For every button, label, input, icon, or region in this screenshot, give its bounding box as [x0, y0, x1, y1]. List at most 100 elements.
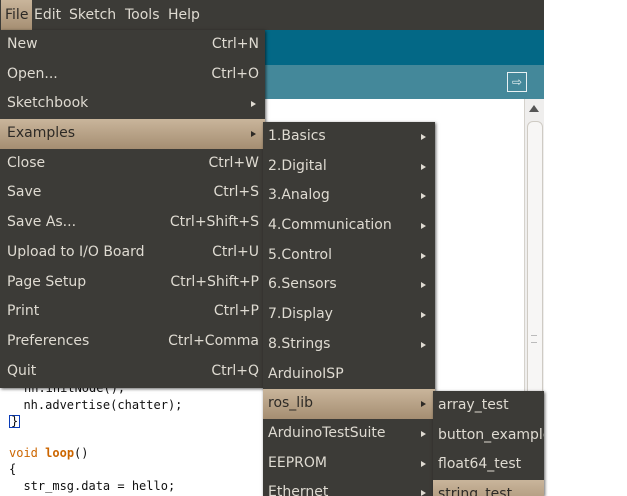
- menu-item-shortcut: Ctrl+W: [208, 154, 259, 171]
- menu-item-label: 2.Digital: [268, 157, 327, 174]
- submenu-arrow-icon: [421, 252, 426, 259]
- menu-item-label: Save As...: [7, 214, 77, 231]
- menu-item-label: ArduinoISP: [268, 365, 344, 382]
- scroll-grip-icon: [531, 335, 537, 343]
- code-paren: (): [74, 446, 89, 460]
- examples-item-arduinotestsuite[interactable]: ArduinoTestSuite: [263, 419, 435, 449]
- file-menu: New Ctrl+N Open... Ctrl+O Sketchbook Examp…: [0, 30, 265, 388]
- scroll-up-arrow-icon[interactable]: [529, 105, 539, 112]
- menu-item-label: Ethernet: [268, 484, 329, 496]
- submenu-arrow-icon: [421, 163, 426, 170]
- menu-help[interactable]: Help: [164, 0, 204, 30]
- examples-item-analog[interactable]: 3.Analog: [263, 181, 435, 211]
- code-line: void loop(): [9, 446, 89, 461]
- submenu-arrow-icon: [421, 134, 426, 140]
- menu-sketch[interactable]: Sketch: [65, 0, 120, 30]
- menu-item-label: Open...: [7, 65, 58, 82]
- menu-item-label: 3.Analog: [268, 187, 330, 204]
- bracket-highlight: }: [9, 414, 21, 428]
- file-menu-close[interactable]: Close Ctrl+W: [0, 149, 265, 179]
- menu-item-label: EEPROM: [268, 454, 327, 471]
- file-menu-save-as[interactable]: Save As... Ctrl+Shift+S: [0, 208, 265, 238]
- code-line: nh.advertise(chatter);: [9, 398, 183, 412]
- file-menu-save[interactable]: Save Ctrl+S: [0, 178, 265, 208]
- menu-item-label: float64_test: [438, 456, 522, 473]
- submenu-arrow-icon: [421, 460, 426, 467]
- menu-item-label: Print: [7, 303, 40, 320]
- submenu-arrow-icon: [421, 312, 426, 319]
- keyword-loop: loop: [45, 446, 75, 460]
- menu-item-label: 8.Strings: [268, 335, 331, 352]
- code-line: str_msg.data = hello;: [9, 479, 176, 493]
- menu-item-label: ros_lib: [268, 395, 313, 412]
- file-menu-page-setup[interactable]: Page Setup Ctrl+Shift+P: [0, 268, 265, 298]
- file-menu-examples[interactable]: Examples: [0, 119, 265, 149]
- file-menu-quit[interactable]: Quit Ctrl+Q: [0, 357, 265, 387]
- examples-item-sensors[interactable]: 6.Sensors: [263, 270, 435, 300]
- ros-lib-submenu: array_test button_example float64_test s…: [433, 391, 544, 496]
- examples-item-ethernet[interactable]: Ethernet: [263, 478, 435, 496]
- examples-item-control[interactable]: 5.Control: [263, 241, 435, 271]
- examples-item-eeprom[interactable]: EEPROM: [263, 449, 435, 479]
- ros-lib-item-string-test[interactable]: string_test: [433, 480, 544, 496]
- menu-item-shortcut: Ctrl+P: [213, 303, 259, 320]
- menu-item-label: button_example: [438, 426, 544, 443]
- menu-item-label: 7.Display: [268, 306, 333, 323]
- menu-item-label: New: [7, 36, 38, 52]
- menu-bar: File Edit Sketch Tools Help: [0, 0, 544, 30]
- menu-item-shortcut: Ctrl+N: [211, 36, 259, 52]
- menu-edit[interactable]: Edit: [30, 0, 65, 30]
- file-menu-new[interactable]: New Ctrl+N: [0, 30, 265, 60]
- examples-item-display[interactable]: 7.Display: [263, 300, 435, 330]
- examples-item-arduinoisp[interactable]: ArduinoISP: [263, 360, 435, 390]
- menu-item-label: Page Setup: [7, 273, 87, 290]
- examples-item-basics[interactable]: 1.Basics: [263, 122, 435, 152]
- file-menu-upload[interactable]: Upload to I/O Board Ctrl+U: [0, 238, 265, 268]
- menu-item-shortcut: Ctrl+Q: [211, 362, 259, 379]
- menu-item-label: 1.Basics: [268, 128, 326, 144]
- menu-item-label: Save: [7, 184, 42, 201]
- menu-item-shortcut: Ctrl+O: [211, 65, 259, 82]
- ros-lib-item-button-example[interactable]: button_example: [433, 421, 544, 451]
- examples-item-strings[interactable]: 8.Strings: [263, 330, 435, 360]
- ros-lib-item-float64-test[interactable]: float64_test: [433, 450, 544, 480]
- submenu-arrow-icon: [421, 223, 426, 230]
- file-menu-preferences[interactable]: Preferences Ctrl+Comma: [0, 327, 265, 357]
- file-menu-sketchbook[interactable]: Sketchbook: [0, 89, 265, 119]
- menu-file[interactable]: File: [1, 0, 33, 30]
- submenu-arrow-icon: [251, 101, 256, 108]
- examples-item-communication[interactable]: 4.Communication: [263, 211, 435, 241]
- submenu-arrow-icon: [421, 401, 426, 408]
- submenu-arrow-icon: [421, 282, 426, 289]
- ros-lib-item-array-test[interactable]: array_test: [433, 391, 544, 421]
- submenu-arrow-icon: [421, 341, 426, 348]
- menu-item-shortcut: Ctrl+S: [213, 184, 259, 201]
- menu-item-shortcut: Ctrl+U: [212, 243, 259, 260]
- file-menu-print[interactable]: Print Ctrl+P: [0, 297, 265, 327]
- examples-item-digital[interactable]: 2.Digital: [263, 152, 435, 182]
- menu-item-label: ArduinoTestSuite: [268, 424, 386, 441]
- submenu-arrow-icon: [251, 131, 256, 138]
- serial-monitor-icon[interactable]: ⇨: [507, 72, 527, 92]
- menu-item-label: string_test: [438, 486, 513, 496]
- keyword-void: void: [9, 446, 38, 460]
- menu-item-label: 4.Communication: [268, 217, 392, 234]
- menu-item-label: Quit: [7, 362, 37, 379]
- examples-item-ros-lib[interactable]: ros_lib: [263, 389, 435, 419]
- submenu-arrow-icon: [421, 193, 426, 200]
- menu-item-label: 5.Control: [268, 246, 332, 263]
- menu-item-shortcut: Ctrl+Shift+S: [169, 214, 259, 231]
- file-menu-open[interactable]: Open... Ctrl+O: [0, 60, 265, 90]
- menu-item-shortcut: Ctrl+Comma: [168, 332, 259, 349]
- menu-item-label: Sketchbook: [7, 95, 89, 112]
- menu-item-label: 6.Sensors: [268, 276, 337, 293]
- menu-item-label: Examples: [7, 125, 76, 142]
- examples-submenu: 1.Basics 2.Digital 3.Analog 4.Communicat…: [263, 122, 435, 496]
- menu-tools[interactable]: Tools: [121, 0, 164, 30]
- menu-item-shortcut: Ctrl+Shift+P: [170, 273, 259, 290]
- submenu-arrow-icon: [421, 490, 426, 496]
- menu-item-label: Preferences: [7, 332, 90, 349]
- menu-item-label: array_test: [438, 397, 509, 413]
- code-line: }: [9, 414, 21, 429]
- code-line: {: [9, 462, 17, 476]
